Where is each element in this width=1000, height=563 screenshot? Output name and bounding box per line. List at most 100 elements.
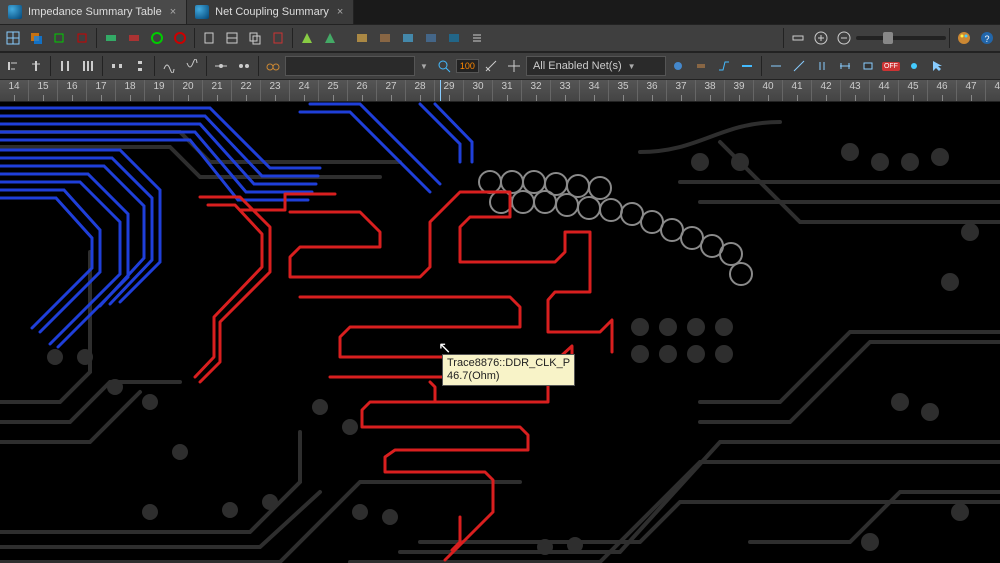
ruler-tick: 35 [609, 80, 638, 101]
ruler-tick: 28 [406, 80, 435, 101]
led-icon[interactable] [903, 55, 925, 77]
zoom-in-icon[interactable] [810, 27, 832, 49]
ruler-tick: 14 [0, 80, 29, 101]
wave-b-icon[interactable] [181, 55, 203, 77]
via-icon[interactable] [667, 55, 689, 77]
align-center-icon[interactable] [25, 55, 47, 77]
ruler-tick: 27 [377, 80, 406, 101]
ruler-tick: 25 [319, 80, 348, 101]
zoom-slider[interactable] [856, 36, 946, 40]
tab-net-coupling-summary[interactable]: Net Coupling Summary × [187, 0, 354, 24]
ruler-tick: 33 [551, 80, 580, 101]
ruler-tick: 42 [812, 80, 841, 101]
ruler-tick: 40 [754, 80, 783, 101]
app-icon [195, 5, 209, 19]
dim-icon[interactable] [834, 55, 856, 77]
cycle-red-icon[interactable] [169, 27, 191, 49]
ruler-tick: 24 [290, 80, 319, 101]
cycle-green-icon[interactable] [146, 27, 168, 49]
sheet-copy-icon[interactable] [244, 27, 266, 49]
close-icon[interactable]: × [168, 6, 178, 18]
trace-icon[interactable] [713, 55, 735, 77]
dist-v-icon[interactable] [129, 55, 151, 77]
help-icon[interactable]: ? [976, 27, 998, 49]
node-icon[interactable] [210, 55, 232, 77]
tab-impedance-summary[interactable]: Impedance Summary Table × [0, 0, 187, 24]
tab-label: Impedance Summary Table [28, 6, 162, 18]
diag-icon[interactable] [788, 55, 810, 77]
chevron-down-icon[interactable]: ▼ [416, 62, 432, 71]
tab-bar: Impedance Summary Table × Net Coupling S… [0, 0, 1000, 24]
poly-a-icon[interactable] [296, 27, 318, 49]
ruler-tick: 44 [870, 80, 899, 101]
search-input[interactable] [285, 56, 415, 76]
pcb-canvas[interactable]: ↖ Trace8876::DDR_CLK_P 46.7(Ohm) [0, 102, 1000, 563]
ruler-tick: 18 [116, 80, 145, 101]
close-icon[interactable]: × [335, 6, 345, 18]
pointer-icon[interactable] [926, 55, 948, 77]
pcb-layout [0, 102, 1000, 563]
cap-icon[interactable] [811, 55, 833, 77]
measure-icon[interactable] [480, 55, 502, 77]
ruler-tick: 26 [348, 80, 377, 101]
ruler-tick: 30 [464, 80, 493, 101]
zoom-out-icon[interactable] [833, 27, 855, 49]
ruler-tick: 37 [667, 80, 696, 101]
ruler-tick: 48 [986, 80, 1000, 101]
ruler-tick: 15 [29, 80, 58, 101]
ruler-toggle-icon[interactable] [787, 27, 809, 49]
layer-remove-icon[interactable] [123, 27, 145, 49]
sheet-remove-icon[interactable] [267, 27, 289, 49]
snap-off-icon[interactable] [71, 27, 93, 49]
chevron-down-icon: ▼ [628, 62, 636, 71]
ruler-tick: 23 [261, 80, 290, 101]
net-filter-dropdown[interactable]: All Enabled Net(s) ▼ [526, 56, 666, 76]
region-b-icon[interactable] [374, 27, 396, 49]
toolbar-row-1: ? [0, 24, 1000, 52]
ruler-tick: 16 [58, 80, 87, 101]
sheet-icon[interactable] [198, 27, 220, 49]
list-icon[interactable] [466, 27, 488, 49]
binoculars-icon[interactable] [262, 55, 284, 77]
ruler-tick: 38 [696, 80, 725, 101]
ruler-tick: 36 [638, 80, 667, 101]
overlay-icon[interactable] [25, 27, 47, 49]
align-left-icon[interactable] [2, 55, 24, 77]
ruler-tick: 22 [232, 80, 261, 101]
region-e-icon[interactable] [443, 27, 465, 49]
search-icon[interactable] [433, 55, 455, 77]
bars-a-icon[interactable] [54, 55, 76, 77]
ruler-tick: 43 [841, 80, 870, 101]
crosshair-icon[interactable] [503, 55, 525, 77]
ruler-tick: 39 [725, 80, 754, 101]
hline-icon[interactable] [765, 55, 787, 77]
zoom-value[interactable]: 100 [456, 59, 479, 73]
ruler-tick: 17 [87, 80, 116, 101]
ruler-tick: 41 [783, 80, 812, 101]
nodes-icon[interactable] [233, 55, 255, 77]
dist-h-icon[interactable] [106, 55, 128, 77]
grid-icon[interactable] [2, 27, 24, 49]
palette-icon[interactable] [953, 27, 975, 49]
region-c-icon[interactable] [397, 27, 419, 49]
svg-text:?: ? [984, 34, 989, 44]
route-icon[interactable] [736, 55, 758, 77]
ruler-tick: 34 [580, 80, 609, 101]
ruler[interactable]: 1415161718192021222324252627282930313233… [0, 80, 1000, 102]
region-d-icon[interactable] [420, 27, 442, 49]
ruler-tick: 46 [928, 80, 957, 101]
layer-add-icon[interactable] [100, 27, 122, 49]
off-badge-icon[interactable]: OFF [880, 55, 902, 77]
ruler-tick: 19 [145, 80, 174, 101]
pad-icon[interactable] [690, 55, 712, 77]
poly-b-icon[interactable] [319, 27, 341, 49]
sheet-grid-icon[interactable] [221, 27, 243, 49]
snap-on-icon[interactable] [48, 27, 70, 49]
ruler-tick: 31 [493, 80, 522, 101]
ic-icon[interactable] [857, 55, 879, 77]
slider-thumb[interactable] [883, 32, 893, 44]
wave-a-icon[interactable] [158, 55, 180, 77]
ruler-tick: 47 [957, 80, 986, 101]
bars-b-icon[interactable] [77, 55, 99, 77]
region-a-icon[interactable] [351, 27, 373, 49]
